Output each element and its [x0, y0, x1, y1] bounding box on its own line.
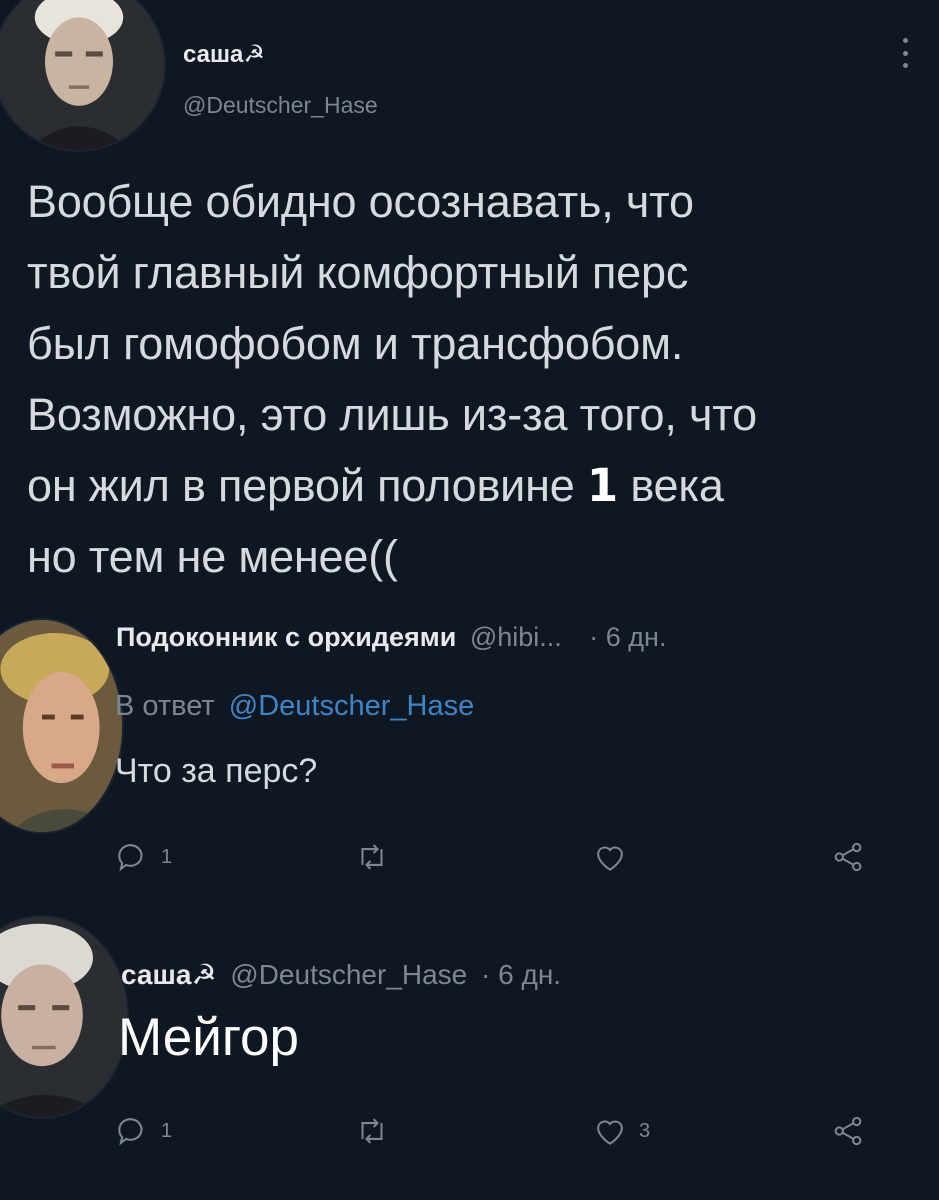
reply-author-handle[interactable]: @hibi... [470, 622, 562, 652]
avatar-reply-author[interactable] [0, 618, 124, 834]
reply-button[interactable]: 1 [113, 1112, 172, 1150]
reply-2-author-handle[interactable]: @Deutscher_Hase [230, 959, 467, 990]
tweet-line: был гомофобом и трансфобом. [27, 318, 684, 369]
more-vertical-icon[interactable] [900, 38, 910, 68]
like-count: 3 [639, 1119, 651, 1142]
reply-text: Что за перс? [115, 752, 318, 790]
retweet-icon [361, 1118, 383, 1144]
reply-header: Подоконник с орхидеями @hibi... · 6 дн. [116, 622, 666, 653]
tweet-line: твой главный комфортный перс [27, 247, 689, 298]
face-photo-icon [0, 917, 127, 1117]
tweet-line: Возможно, это лишь из-за того, что [27, 389, 757, 440]
author-handle[interactable]: @Deutscher_Hase [183, 92, 378, 119]
reply-to-link[interactable]: @Deutscher_Hase [229, 690, 474, 722]
face-photo-icon [0, 0, 164, 150]
reply-2-actions: 1 3 [113, 1112, 893, 1152]
reply-context: В ответ @Deutscher_Hase [115, 690, 474, 723]
reply-timestamp[interactable]: · 6 дн. [589, 622, 666, 652]
reply-1-actions: 1 [113, 838, 893, 878]
reply-button[interactable]: 1 [113, 838, 172, 876]
reply-2-header: саша☭ @Deutscher_Hase · 6 дн. [121, 958, 561, 991]
reply-count: 1 [161, 845, 173, 868]
tweet-line: он жил в первой половине 1 века [27, 450, 927, 521]
century-number: 1 [586, 459, 619, 512]
avatar-reply-2-author[interactable] [0, 915, 129, 1119]
face-photo-icon [0, 620, 122, 832]
tweet-line-text: он жил в первой половине [27, 460, 587, 511]
reply-2-text: Мейгор [118, 1008, 299, 1067]
reply-2-timestamp[interactable]: · 6 дн. [481, 959, 561, 990]
share-button[interactable] [829, 1112, 867, 1150]
retweet-button[interactable] [353, 1112, 391, 1150]
share-button[interactable] [829, 838, 867, 876]
reply-icon [118, 844, 143, 872]
heart-icon [597, 846, 623, 871]
like-button[interactable] [591, 838, 629, 876]
share-icon [834, 1116, 862, 1146]
avatar-main-author[interactable] [0, 0, 166, 152]
reply-author-name[interactable]: Подоконник с орхидеями [116, 622, 456, 652]
tweet-line-text: века [618, 460, 724, 511]
tweet-body: Вообще обидно осознавать, что твой главн… [27, 166, 927, 592]
reply-count: 1 [161, 1119, 173, 1142]
tweet-line: но тем не менее(( [27, 531, 398, 582]
retweet-icon [361, 844, 383, 870]
share-icon [834, 842, 862, 872]
retweet-button[interactable] [353, 838, 391, 876]
reply-icon [118, 1118, 143, 1146]
author-display-name[interactable]: саша☭ [183, 40, 265, 69]
like-button[interactable]: 3 [591, 1112, 650, 1150]
reply-2-author-name[interactable]: саша☭ [121, 959, 217, 990]
heart-icon [597, 1120, 623, 1145]
tweet-line: Вообще обидно осознавать, что [27, 176, 694, 227]
reply-prefix: В ответ [115, 690, 215, 722]
